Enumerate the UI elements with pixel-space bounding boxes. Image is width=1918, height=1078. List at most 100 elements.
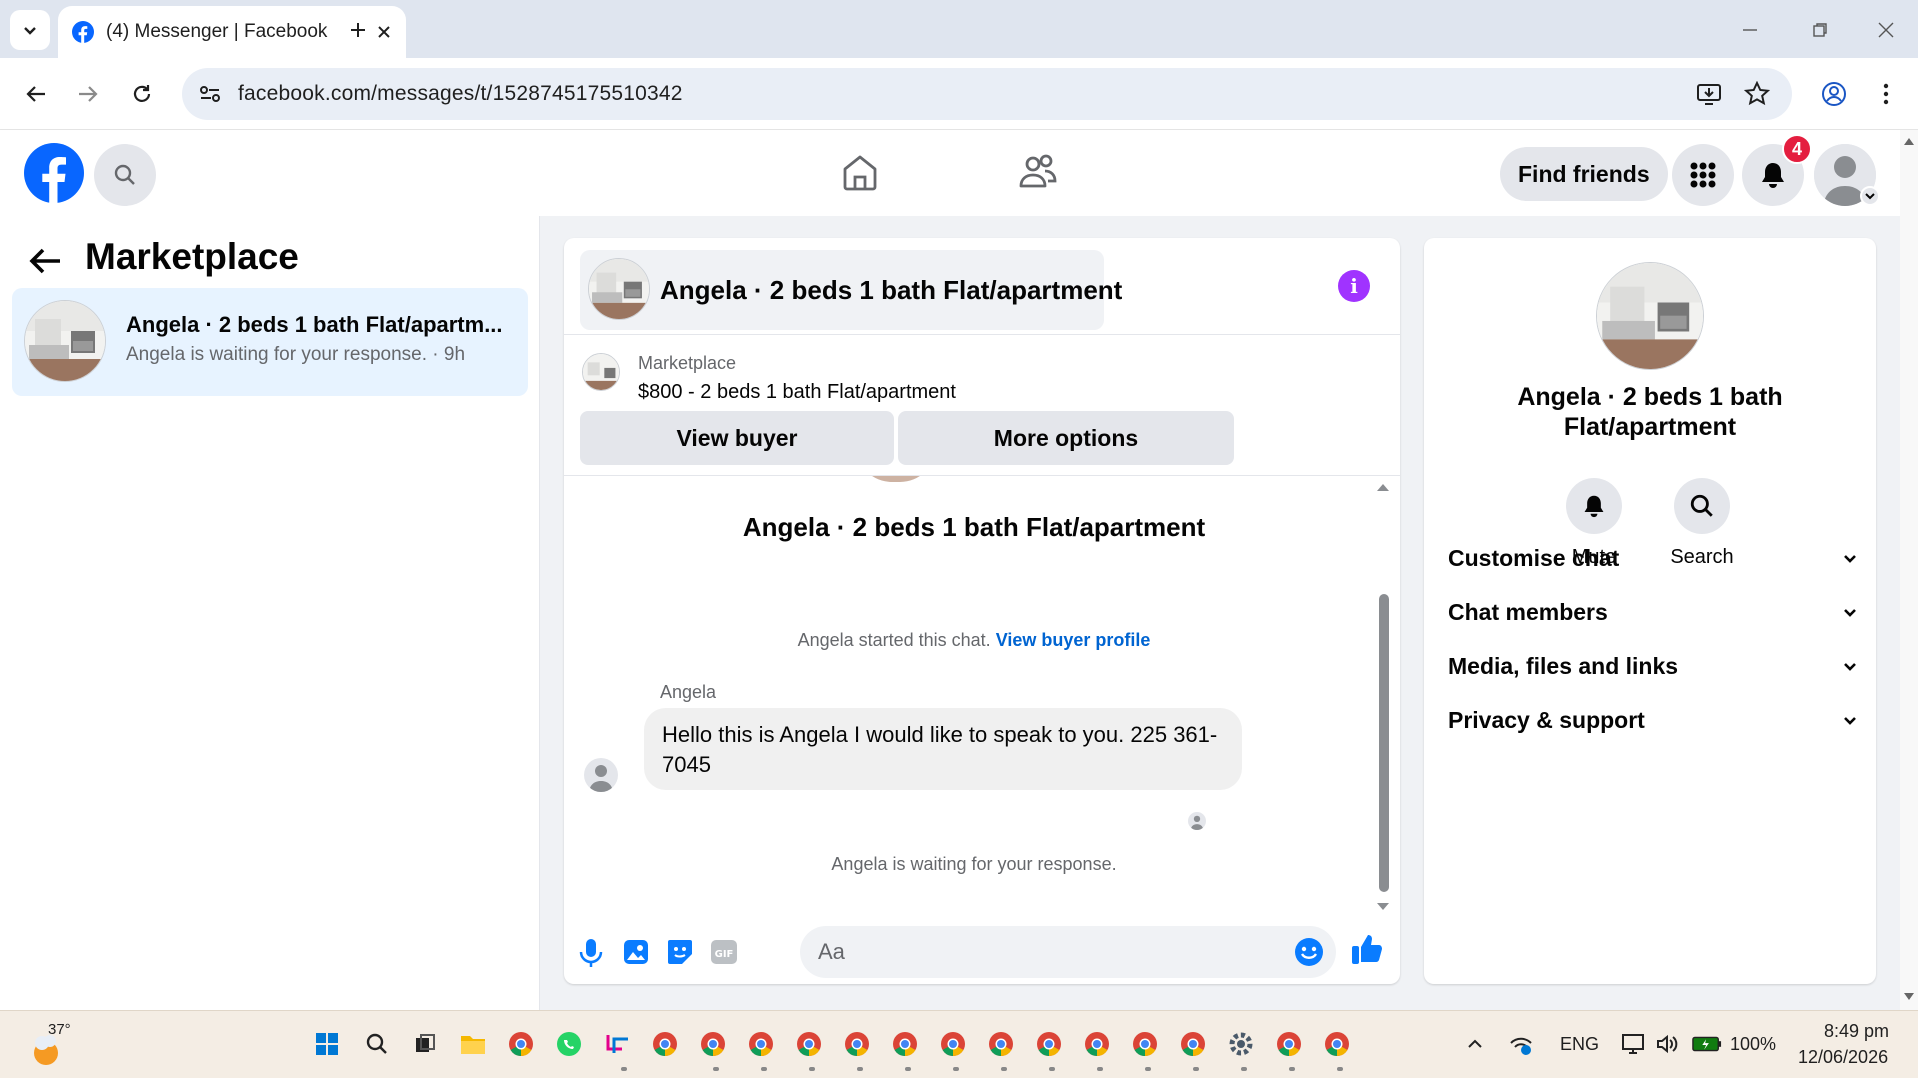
close-tab-icon[interactable]: [376, 24, 392, 40]
language-indicator[interactable]: ENG: [1560, 1034, 1599, 1055]
photo-icon[interactable]: [622, 938, 650, 966]
chrome-icon[interactable]: [650, 1029, 680, 1059]
chat-header[interactable]: Angela · 2 beds 1 bath Flat/apartment: [580, 250, 1122, 330]
chrome-icon[interactable]: [794, 1029, 824, 1059]
back-button[interactable]: [14, 72, 58, 116]
scroll-down-icon[interactable]: [1376, 902, 1390, 912]
search-icon[interactable]: [362, 1029, 392, 1059]
running-app-indicator: [713, 1067, 719, 1071]
seen-receipt-avatar: [1188, 812, 1206, 830]
display-icon[interactable]: [1618, 1029, 1648, 1059]
chevron-up-icon[interactable]: [1460, 1029, 1490, 1059]
battery-icon[interactable]: [1692, 1029, 1722, 1059]
back-arrow-icon[interactable]: [28, 246, 62, 276]
search-facebook-button[interactable]: [94, 144, 156, 206]
browser-menu-button[interactable]: [1864, 72, 1908, 116]
snipping-tool-icon[interactable]: [602, 1029, 632, 1059]
close-window-button[interactable]: [1866, 12, 1906, 48]
gif-icon[interactable]: GIF: [710, 938, 738, 966]
facebook-logo-icon[interactable]: [24, 143, 84, 203]
microphone-icon[interactable]: [578, 938, 604, 968]
running-app-indicator: [1145, 1067, 1151, 1071]
home-icon[interactable]: [840, 152, 880, 192]
reload-button[interactable]: [120, 72, 164, 116]
menu-grid-button[interactable]: [1672, 144, 1734, 206]
chrome-icon[interactable]: [986, 1029, 1016, 1059]
view-buyer-button[interactable]: View buyer: [580, 411, 894, 465]
chrome-icon[interactable]: [1130, 1029, 1160, 1059]
conversation-list-item[interactable]: Angela · 2 beds 1 bath Flat/apartm... An…: [12, 288, 528, 396]
friends-icon[interactable]: [1018, 152, 1058, 192]
search-conversation-button[interactable]: [1674, 478, 1730, 534]
install-app-icon[interactable]: [1696, 81, 1722, 107]
network-icon[interactable]: [1506, 1029, 1536, 1059]
running-app-indicator: [905, 1067, 911, 1071]
more-options-button[interactable]: More options: [898, 411, 1234, 465]
restore-button[interactable]: [1800, 12, 1840, 48]
privacy-support-section[interactable]: Privacy & support: [1448, 700, 1858, 740]
sticker-icon[interactable]: [666, 938, 694, 966]
whatsapp-icon[interactable]: [554, 1029, 584, 1059]
sender-avatar[interactable]: [584, 758, 618, 792]
chrome-icon[interactable]: [1082, 1029, 1112, 1059]
settings-gear-icon[interactable]: [1226, 1029, 1256, 1059]
chrome-icon[interactable]: [890, 1029, 920, 1059]
scroll-up-icon[interactable]: [1376, 482, 1390, 492]
emoji-icon[interactable]: [1294, 937, 1324, 967]
chevron-down-icon: [1842, 550, 1858, 566]
running-app-indicator: [1289, 1067, 1295, 1071]
conversation-info-button[interactable]: i: [1338, 270, 1370, 302]
conversation-preview: Angela is waiting for your response. · 9…: [126, 344, 466, 365]
running-app-indicator: [857, 1067, 863, 1071]
message-bubble[interactable]: Hello this is Angela I would like to spe…: [644, 708, 1242, 790]
minimize-button[interactable]: [1730, 12, 1770, 48]
windows-taskbar: 37° ENG 100% 8:49 pm 12/06/2026: [0, 1010, 1918, 1078]
info-icon: i: [1350, 274, 1358, 298]
mute-button[interactable]: [1566, 478, 1622, 534]
chevron-down-icon: [21, 21, 39, 39]
url-text[interactable]: facebook.com/messages/t/1528745175510342: [238, 82, 683, 106]
customise-chat-section[interactable]: Customise chat: [1448, 538, 1858, 578]
message-composer: GIF: [564, 918, 1400, 984]
profile-button[interactable]: [1812, 72, 1856, 116]
chat-title: Angela · 2 beds 1 bath Flat/apartment: [660, 275, 1123, 305]
bookmark-star-icon[interactable]: [1744, 81, 1770, 107]
forward-button[interactable]: [66, 72, 110, 116]
task-view-icon[interactable]: [410, 1029, 440, 1059]
chrome-icon[interactable]: [842, 1029, 872, 1059]
find-friends-button[interactable]: Find friends: [1500, 147, 1668, 201]
chrome-icon[interactable]: [1178, 1029, 1208, 1059]
scroll-down-icon[interactable]: [1903, 992, 1915, 1002]
like-thumbs-up-icon[interactable]: [1350, 932, 1384, 966]
account-menu-chevron[interactable]: [1860, 186, 1880, 206]
message-input-box[interactable]: [800, 926, 1336, 978]
scroll-up-icon[interactable]: [1903, 136, 1915, 146]
address-bar[interactable]: facebook.com/messages/t/1528745175510342: [182, 68, 1792, 120]
chrome-icon[interactable]: [698, 1029, 728, 1059]
chrome-icon[interactable]: [1034, 1029, 1064, 1059]
battery-percent: 100%: [1730, 1034, 1777, 1054]
minimize-icon: [1742, 22, 1758, 38]
marketplace-listing-card: Marketplace $800 - 2 beds 1 bath Flat/ap…: [564, 334, 1400, 476]
speaker-icon[interactable]: [1652, 1029, 1682, 1059]
new-tab-button[interactable]: [338, 12, 378, 48]
file-explorer-icon[interactable]: [458, 1029, 488, 1059]
chrome-icon[interactable]: [1322, 1029, 1352, 1059]
listing-price-title[interactable]: $800 - 2 beds 1 bath Flat/apartment: [638, 381, 956, 404]
chrome-icon[interactable]: [506, 1029, 536, 1059]
bell-icon: [1759, 161, 1787, 189]
clock-date[interactable]: 12/06/2026: [1798, 1047, 1888, 1068]
tab-search-button[interactable]: [10, 10, 50, 50]
clock-time[interactable]: 8:49 pm: [1824, 1021, 1889, 1042]
chrome-icon[interactable]: [746, 1029, 776, 1059]
thread-scrollbar[interactable]: [1379, 594, 1389, 892]
site-settings-icon[interactable]: [198, 82, 222, 106]
view-buyer-profile-link[interactable]: View buyer profile: [996, 630, 1151, 650]
chrome-icon[interactable]: [938, 1029, 968, 1059]
media-files-links-section[interactable]: Media, files and links: [1448, 646, 1858, 686]
chrome-icon[interactable]: [1274, 1029, 1304, 1059]
chat-members-section[interactable]: Chat members: [1448, 592, 1858, 632]
windows-start-icon[interactable]: [312, 1029, 342, 1059]
message-input[interactable]: [818, 938, 1258, 966]
page-scrollbar[interactable]: [1900, 130, 1918, 1010]
